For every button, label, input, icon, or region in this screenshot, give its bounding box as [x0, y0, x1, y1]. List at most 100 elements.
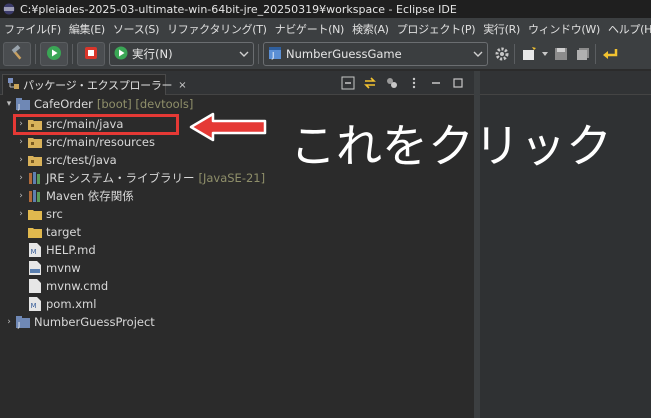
- tree-item-mvnw[interactable]: mvnw: [0, 259, 474, 277]
- save-all-icon[interactable]: [573, 43, 593, 65]
- menu-run[interactable]: 実行(R): [483, 21, 528, 37]
- back-arrow-icon[interactable]: [600, 43, 620, 65]
- menu-bar: ファイル(F) 編集(E) ソース(S) リファクタリング(T) ナビゲート(N…: [0, 18, 651, 39]
- tab-package-explorer[interactable]: パッケージ・エクスプローラー ×: [2, 74, 187, 95]
- markdown-file-icon: M: [27, 242, 43, 258]
- menu-file[interactable]: ファイル(F): [4, 21, 69, 37]
- main-toolbar: 実行(N) J NumberGuessGame: [0, 39, 651, 69]
- run-mode-combo[interactable]: 実行(N): [109, 42, 254, 66]
- arrow-left-icon: [189, 112, 267, 142]
- chevron-down-icon[interactable]: ▾: [3, 99, 15, 109]
- menu-help[interactable]: ヘルプ(H): [608, 21, 651, 37]
- launch-target-label: NumberGuessGame: [286, 47, 402, 61]
- collapse-all-icon[interactable]: [338, 75, 358, 91]
- tree-item-label: JRE システム・ライブラリー: [46, 171, 195, 185]
- play-icon: [46, 45, 62, 64]
- file-icon: [27, 260, 43, 276]
- minimize-icon[interactable]: [426, 75, 446, 91]
- menu-project[interactable]: プロジェクト(P): [397, 21, 484, 37]
- chevron-right-icon[interactable]: ›: [15, 155, 27, 165]
- svg-text:J: J: [17, 103, 20, 111]
- save-icon[interactable]: [551, 43, 571, 65]
- eclipse-logo-icon: [2, 2, 16, 16]
- menu-navigate[interactable]: ナビゲート(N): [275, 21, 352, 37]
- menu-edit[interactable]: 編集(E): [69, 21, 113, 37]
- svg-text:J: J: [17, 321, 20, 329]
- library-icon: [27, 188, 43, 204]
- window-title: C:¥pleiades-2025-03-ultimate-win-64bit-j…: [20, 2, 457, 16]
- run-button[interactable]: [40, 42, 68, 66]
- tree-item-label: src/main/resources: [46, 135, 156, 149]
- xml-file-icon: M: [27, 296, 43, 312]
- tree-item-label: HELP.md: [46, 243, 96, 257]
- tree-item-maven-dependencies[interactable]: › Maven 依存関係: [0, 187, 474, 205]
- svg-text:J: J: [271, 51, 274, 60]
- menu-source[interactable]: ソース(S): [113, 21, 167, 37]
- svg-text:M: M: [31, 302, 37, 310]
- folder-icon: [27, 206, 43, 222]
- project-icon: J: [15, 96, 31, 112]
- tree-item-label: src/test/java: [46, 153, 117, 167]
- menu-search[interactable]: 検索(A): [352, 21, 397, 37]
- close-icon[interactable]: ×: [178, 80, 186, 91]
- chevron-down-icon: [239, 48, 249, 62]
- chevron-right-icon[interactable]: ›: [15, 191, 27, 201]
- toolbar-separator: [72, 44, 73, 64]
- tree-item-label: mvnw.cmd: [46, 279, 109, 293]
- stop-icon: [83, 45, 99, 64]
- library-icon: [27, 170, 43, 186]
- project-icon: J: [15, 314, 31, 330]
- run-icon: [114, 46, 128, 63]
- toolbar-separator: [35, 44, 36, 64]
- build-button[interactable]: [3, 42, 31, 66]
- package-explorer-icon: [8, 77, 20, 93]
- tab-label: パッケージ・エクスプローラー: [23, 79, 173, 92]
- focus-icon[interactable]: [382, 75, 402, 91]
- highlight-box: [13, 114, 179, 135]
- chevron-right-icon[interactable]: ›: [15, 173, 27, 183]
- tree-item-label: target: [46, 225, 81, 239]
- tree-item-label: Maven 依存関係: [46, 189, 134, 203]
- tree-item-label: CafeOrder: [34, 97, 93, 111]
- package-explorer-header: パッケージ・エクスプローラー ×: [0, 71, 474, 95]
- tree-item-mvnw-cmd[interactable]: mvnw.cmd: [0, 277, 474, 295]
- new-wizard-icon[interactable]: [519, 43, 539, 65]
- title-bar: C:¥pleiades-2025-03-ultimate-win-64bit-j…: [0, 0, 651, 18]
- java-app-icon: J: [268, 46, 282, 63]
- svg-text:M: M: [31, 248, 37, 256]
- tree-item-target[interactable]: target: [0, 223, 474, 241]
- annotation-text: これをクリック: [290, 119, 612, 173]
- gear-icon[interactable]: [492, 43, 512, 65]
- chevron-right-icon[interactable]: ›: [3, 317, 15, 327]
- toolbar-separator: [514, 44, 515, 64]
- toolbar-separator: [258, 44, 259, 64]
- chevron-right-icon[interactable]: ›: [15, 137, 27, 147]
- tree-item-decoration: [boot] [devtools]: [96, 97, 194, 111]
- menu-window[interactable]: ウィンドウ(W): [528, 21, 608, 37]
- tree-item-project[interactable]: › J NumberGuessProject: [0, 313, 474, 331]
- tree-item-label: NumberGuessProject: [34, 315, 155, 329]
- run-mode-label: 実行(N): [132, 47, 173, 61]
- folder-icon: [27, 224, 43, 240]
- stop-button[interactable]: [77, 42, 105, 66]
- chevron-down-icon: [473, 48, 483, 62]
- tree-item-pom-xml[interactable]: M pom.xml: [0, 295, 474, 313]
- tree-item-src[interactable]: › src: [0, 205, 474, 223]
- chevron-right-icon[interactable]: ›: [15, 209, 27, 219]
- launch-target-combo[interactable]: J NumberGuessGame: [263, 42, 488, 66]
- tree-item-label: pom.xml: [46, 297, 97, 311]
- tree-item-help-md[interactable]: M HELP.md: [0, 241, 474, 259]
- editor-tab-bar: [480, 71, 651, 95]
- menu-refactor[interactable]: リファクタリング(T): [167, 21, 275, 37]
- tree-item-label: src: [46, 207, 63, 221]
- tree-item-label: mvnw: [46, 261, 81, 275]
- tree-item-decoration: [JavaSE-21]: [198, 171, 266, 185]
- source-folder-icon: [27, 152, 43, 168]
- view-actions: [336, 75, 468, 91]
- toolbar-separator: [595, 44, 596, 64]
- maximize-icon[interactable]: [448, 75, 468, 91]
- chevron-down-icon[interactable]: [541, 43, 549, 65]
- link-with-editor-icon[interactable]: [360, 75, 380, 91]
- file-icon: [27, 278, 43, 294]
- view-menu-icon[interactable]: [404, 75, 424, 91]
